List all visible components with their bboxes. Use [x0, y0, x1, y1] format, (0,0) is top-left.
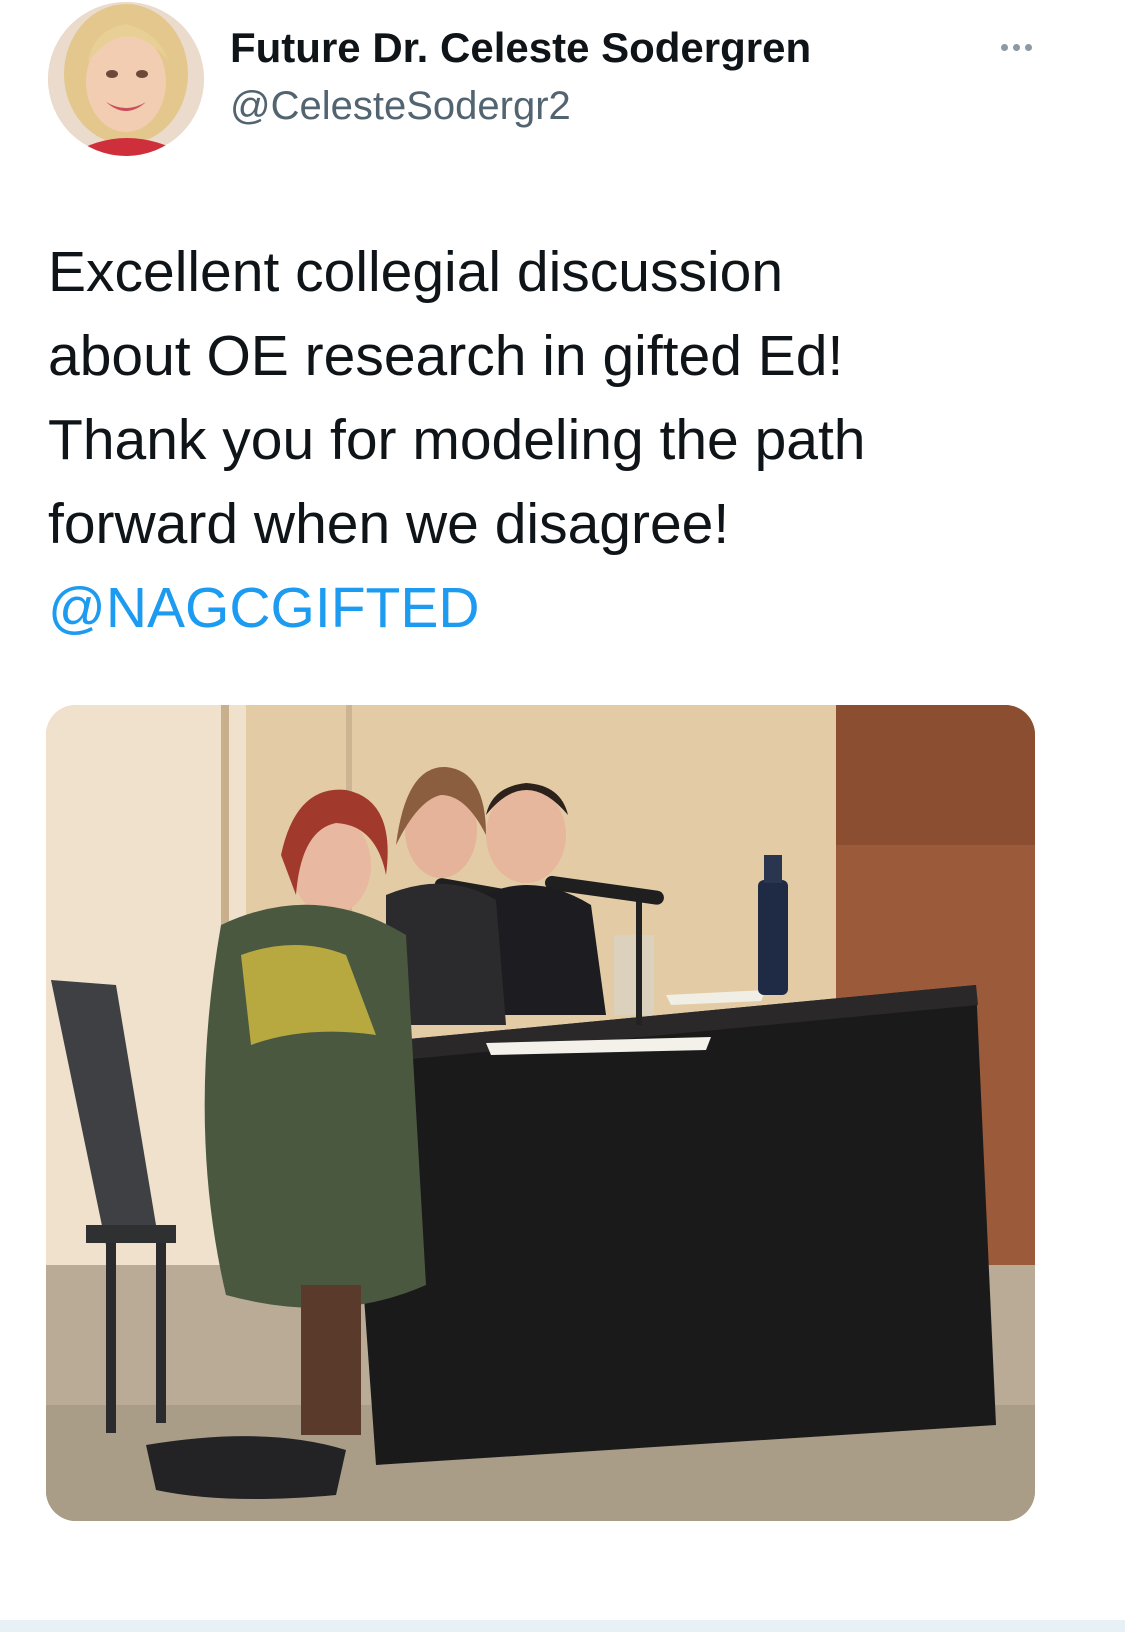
tweet-body: Excellent collegial discussion about OE … [48, 230, 1048, 650]
tweet-photo[interactable] [46, 705, 1035, 1521]
tweet-text-line: forward when we disagree! [48, 492, 730, 556]
tweet-text-line: Excellent collegial discussion [48, 240, 784, 304]
author-handle[interactable]: @CelesteSodergr2 [230, 84, 571, 129]
mention-link[interactable]: @NAGCGIFTED [48, 566, 1048, 650]
panel-discussion-photo [46, 705, 1035, 1521]
tweet-card: Future Dr. Celeste Sodergren @CelesteSod… [0, 0, 1125, 1632]
more-dot [1012, 43, 1020, 51]
tweet-text-line: Thank you for modeling the path [48, 408, 866, 472]
more-dot [1024, 43, 1032, 51]
author-display-name[interactable]: Future Dr. Celeste Sodergren [230, 24, 811, 72]
tweet-text-line: about OE research in gifted Ed! [48, 324, 844, 388]
avatar-photo [48, 2, 204, 156]
bottom-divider [0, 1620, 1125, 1632]
more-dot [1000, 43, 1008, 51]
more-options-icon[interactable] [984, 30, 1048, 64]
author-avatar[interactable] [48, 2, 204, 156]
